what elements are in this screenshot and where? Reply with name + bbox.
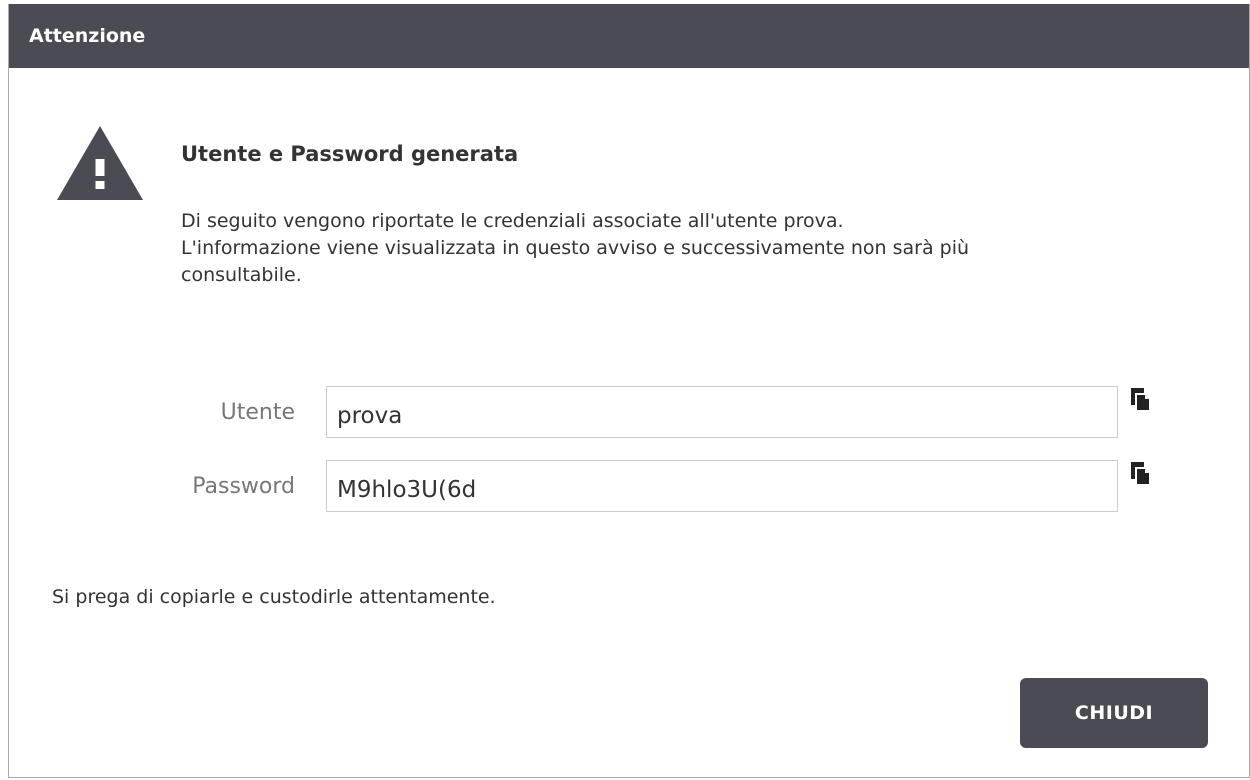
copy-icon[interactable] — [1131, 462, 1151, 486]
message-line: L'informazione viene visualizzata in que… — [181, 237, 970, 259]
copy-notice: Si prega di copiarle e custodirle attent… — [52, 586, 496, 608]
password-field-row: Password — [9, 460, 1250, 514]
user-field-row: Utente — [9, 386, 1250, 440]
message-line: Di seguito vengono riportate le credenzi… — [181, 210, 844, 232]
close-button[interactable]: CHIUDI — [1020, 678, 1208, 748]
user-field[interactable] — [326, 386, 1118, 438]
user-label: Utente — [220, 400, 295, 425]
copy-icon[interactable] — [1131, 388, 1151, 412]
dialog-message: Di seguito vengono riportate le credenzi… — [181, 208, 1171, 289]
dialog-title: Attenzione — [29, 25, 146, 47]
password-label: Password — [192, 474, 295, 499]
password-field[interactable] — [326, 460, 1118, 512]
credentials-dialog: Attenzione Utente e Password generata Di… — [8, 4, 1250, 778]
warning-triangle-icon — [57, 126, 143, 200]
dialog-heading: Utente e Password generata — [181, 142, 519, 166]
dialog-titlebar: Attenzione — [9, 4, 1249, 68]
message-line: consultabile. — [181, 264, 302, 286]
